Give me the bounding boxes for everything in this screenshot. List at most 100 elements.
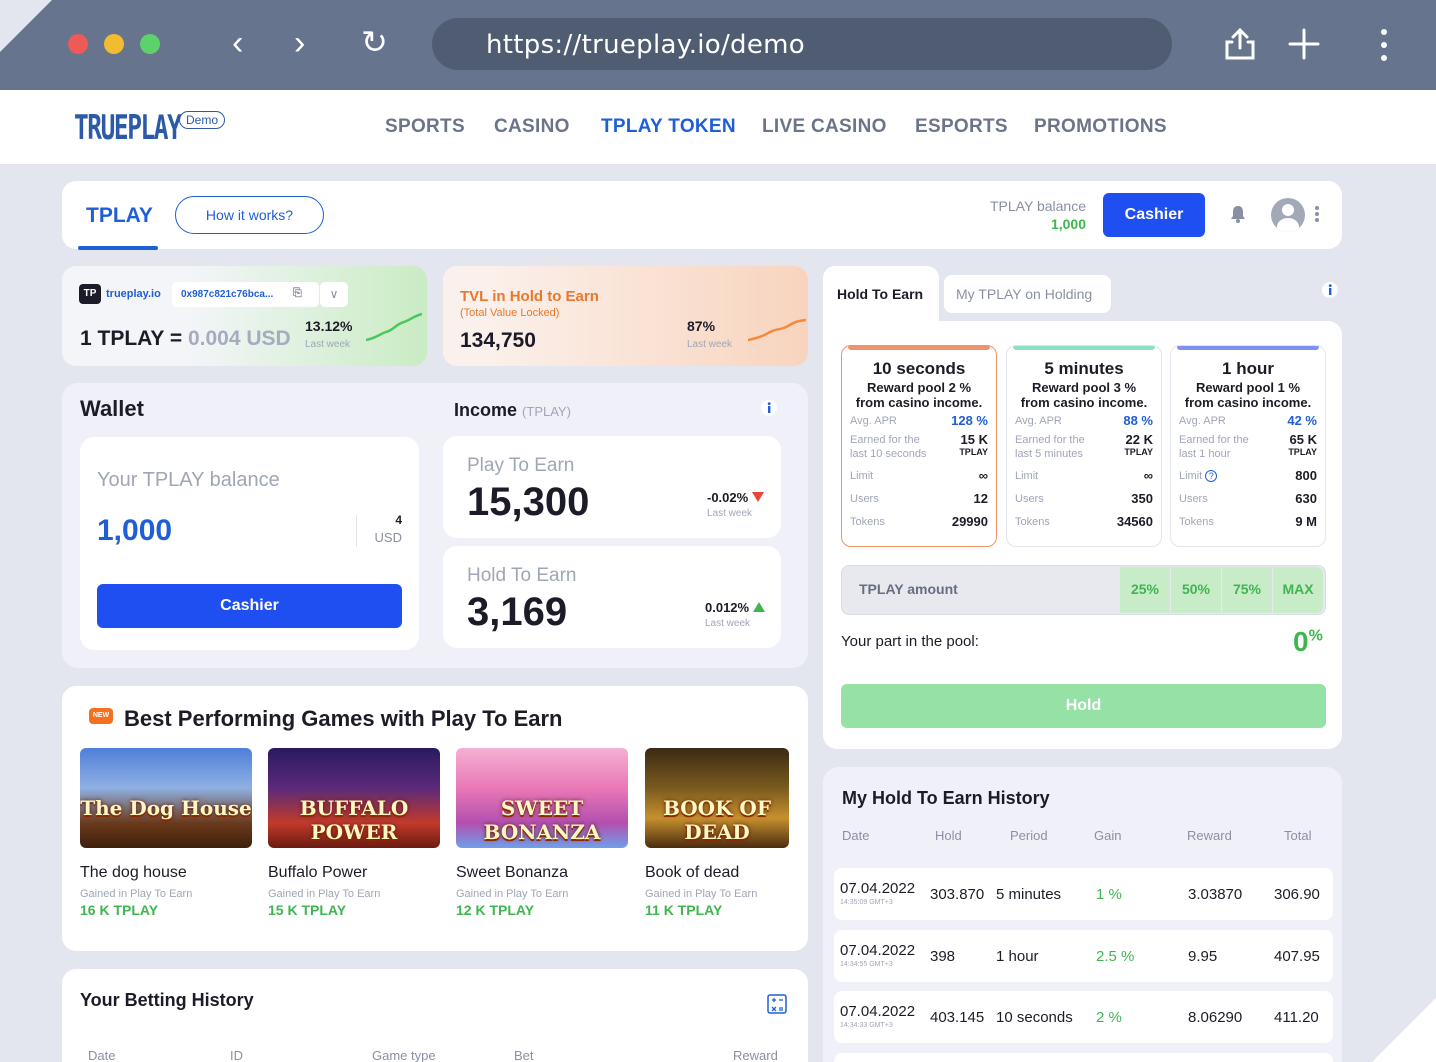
tab-my-tplay-on-holding[interactable]: My TPLAY on Holding (944, 275, 1111, 313)
nav-esports[interactable]: ESPORTS (915, 116, 1008, 138)
game-gained-label: Gained in Play To Earn (645, 888, 758, 900)
profile-menu-icon[interactable] (1313, 204, 1321, 224)
price-change: 13.12% (305, 318, 353, 334)
site-link[interactable]: trueplay.io (106, 288, 161, 300)
wallet-title: Wallet (80, 396, 144, 421)
hist-col-date: Date (842, 828, 870, 843)
browser-chrome: ‹ › ↻ https://trueplay.io/demo (0, 0, 1436, 90)
menu-dots-icon[interactable] (1378, 27, 1390, 63)
hold-to-earn-change: 0.012% (705, 600, 766, 615)
contract-address-field[interactable]: 0x987c821c76bca... ⎘ (172, 282, 319, 307)
nav-casino[interactable]: CASINO (494, 116, 570, 138)
user-avatar[interactable] (1271, 198, 1305, 232)
tvl-change: 87% (687, 318, 716, 334)
info-icon[interactable] (760, 399, 778, 417)
pool-users-value: 12 (973, 491, 988, 506)
how-it-works-button[interactable]: How it works? (175, 196, 324, 234)
game-thumbnail-book-of-dead[interactable]: BOOK OF DEAD (645, 748, 789, 848)
new-tab-icon[interactable] (1287, 27, 1321, 61)
pool-limit-value: 800 (1295, 468, 1317, 483)
amount-75-button[interactable]: 75% (1222, 567, 1272, 613)
game-thumbnail-dog-house[interactable]: The Dog House (80, 748, 252, 848)
price-value: 0.004 USD (187, 327, 291, 350)
nav-promotions[interactable]: PROMOTIONS (1034, 116, 1167, 138)
tab-tplay[interactable]: TPLAY (86, 204, 153, 228)
hist-period: 10 seconds (996, 1009, 1073, 1026)
reward-pool-card[interactable]: 5 minutes Reward pool 3 % from casino inco… (1006, 345, 1162, 547)
hold-info-icon[interactable] (1321, 281, 1339, 299)
wallet-cashier-button[interactable]: Cashier (97, 584, 402, 628)
hist-total: 306.90 (1274, 886, 1320, 903)
game-gained-label: Gained in Play To Earn (456, 888, 569, 900)
table-row: 07.04.2022 14:34:33 GMT+3 403.145 10 second… (834, 991, 1333, 1043)
play-to-earn-change: -0.02% (707, 490, 765, 505)
tvl-change-label: Last week (687, 339, 733, 350)
close-window-button[interactable] (68, 34, 88, 54)
pool-earned-label-1: Earned for the (1015, 434, 1085, 446)
pool-title: 10 seconds (872, 359, 966, 378)
pool-earned-value: 15 K TPLAY (959, 432, 988, 458)
hist-reward: 3.03870 (1188, 886, 1243, 903)
reward-pool-card[interactable]: 10 seconds Reward pool 2 % from casino inc… (841, 345, 997, 547)
hold-to-earn-value: 3,169 (467, 590, 568, 634)
back-arrow-icon[interactable]: ‹ (232, 26, 243, 60)
hist-col-gain: Gain (1094, 828, 1122, 843)
game-name[interactable]: Sweet Bonanza (456, 864, 568, 882)
reload-icon[interactable]: ↻ (361, 26, 388, 58)
pool-part-label: Your part in the pool: (841, 633, 979, 650)
trueplay-logo[interactable]: TRUEPLAY (74, 108, 182, 148)
pool-earned-label-2: last 10 seconds (850, 448, 927, 461)
demo-badge: Demo (179, 111, 226, 129)
pool-tokens-label: Tokens (1179, 516, 1214, 528)
play-to-earn-change-label: Last week (707, 508, 753, 519)
table-row: 07.04.2022 14:35:09 GMT+3 303.870 5 minutes… (834, 868, 1333, 920)
window-corner (1372, 998, 1436, 1062)
wallet-usd-unit: USD (374, 530, 402, 545)
best-games-title: Best Performing Games with Play To Earn (124, 706, 563, 731)
nav-sports[interactable]: SPORTS (385, 116, 465, 138)
hist-hold: 303.870 (930, 886, 985, 903)
hist-total: 407.95 (1274, 948, 1320, 965)
game-thumbnail-sweet-bonanza[interactable]: SWEET BONANZA (456, 748, 628, 848)
share-icon[interactable] (1222, 26, 1258, 62)
pool-limit-label-text: Limit (1179, 470, 1203, 482)
address-bar[interactable]: https://trueplay.io/demo (432, 18, 1172, 70)
pool-limit-value: ∞ (1143, 468, 1153, 483)
hold-history-title: My Hold To Earn History (842, 788, 1050, 808)
amount-max-button[interactable]: MAX (1273, 567, 1323, 613)
hist-gain: 2 % (1096, 1009, 1122, 1026)
cashier-button[interactable]: Cashier (1103, 193, 1205, 237)
copy-icon[interactable]: ⎘ (293, 287, 302, 300)
bell-icon[interactable] (1229, 204, 1247, 224)
pool-apr-value: 88 % (1123, 413, 1153, 428)
amount-25-button[interactable]: 25% (1120, 567, 1170, 613)
play-to-earn-label: Play To Earn (467, 455, 575, 476)
hist-period: 1 hour (996, 948, 1039, 965)
hold-to-earn-change-label: Last week (705, 618, 751, 629)
hist-time: 14:34:55 GMT+3 (840, 961, 893, 968)
pool-users-value: 630 (1295, 491, 1317, 506)
reward-pool-card[interactable]: 1 hour Reward pool 1 % from casino income.… (1170, 345, 1326, 547)
nav-tplay-token[interactable]: TPLAY TOKEN (601, 116, 736, 138)
hold-button[interactable]: Hold (841, 684, 1326, 728)
pool-reward-line-2: from casino income. (855, 395, 983, 410)
game-art-title: SWEET BONANZA (483, 796, 601, 844)
maximize-window-button[interactable] (140, 34, 160, 54)
chevron-down-icon[interactable]: ∨ (320, 282, 348, 307)
hist-date: 07.04.2022 (840, 942, 916, 959)
game-name[interactable]: The dog house (80, 864, 187, 882)
hist-col-period: Period (1010, 828, 1048, 843)
game-thumbnail-buffalo-power[interactable]: BUFFALO POWER (268, 748, 440, 848)
pool-limit-label-text: Limit (1015, 470, 1039, 482)
game-name[interactable]: Book of dead (645, 864, 739, 882)
bet-col-id: ID (230, 1048, 243, 1062)
price-sparkline (366, 312, 422, 342)
wallet-balance-value: 1,000 (97, 514, 173, 547)
question-icon[interactable]: ? (1205, 470, 1218, 482)
forward-arrow-icon[interactable]: › (294, 26, 305, 60)
calculator-icon[interactable] (767, 994, 787, 1014)
nav-live-casino[interactable]: LIVE CASINO (762, 116, 887, 138)
minimize-window-button[interactable] (104, 34, 124, 54)
amount-50-button[interactable]: 50% (1171, 567, 1221, 613)
game-name[interactable]: Buffalo Power (268, 864, 367, 882)
